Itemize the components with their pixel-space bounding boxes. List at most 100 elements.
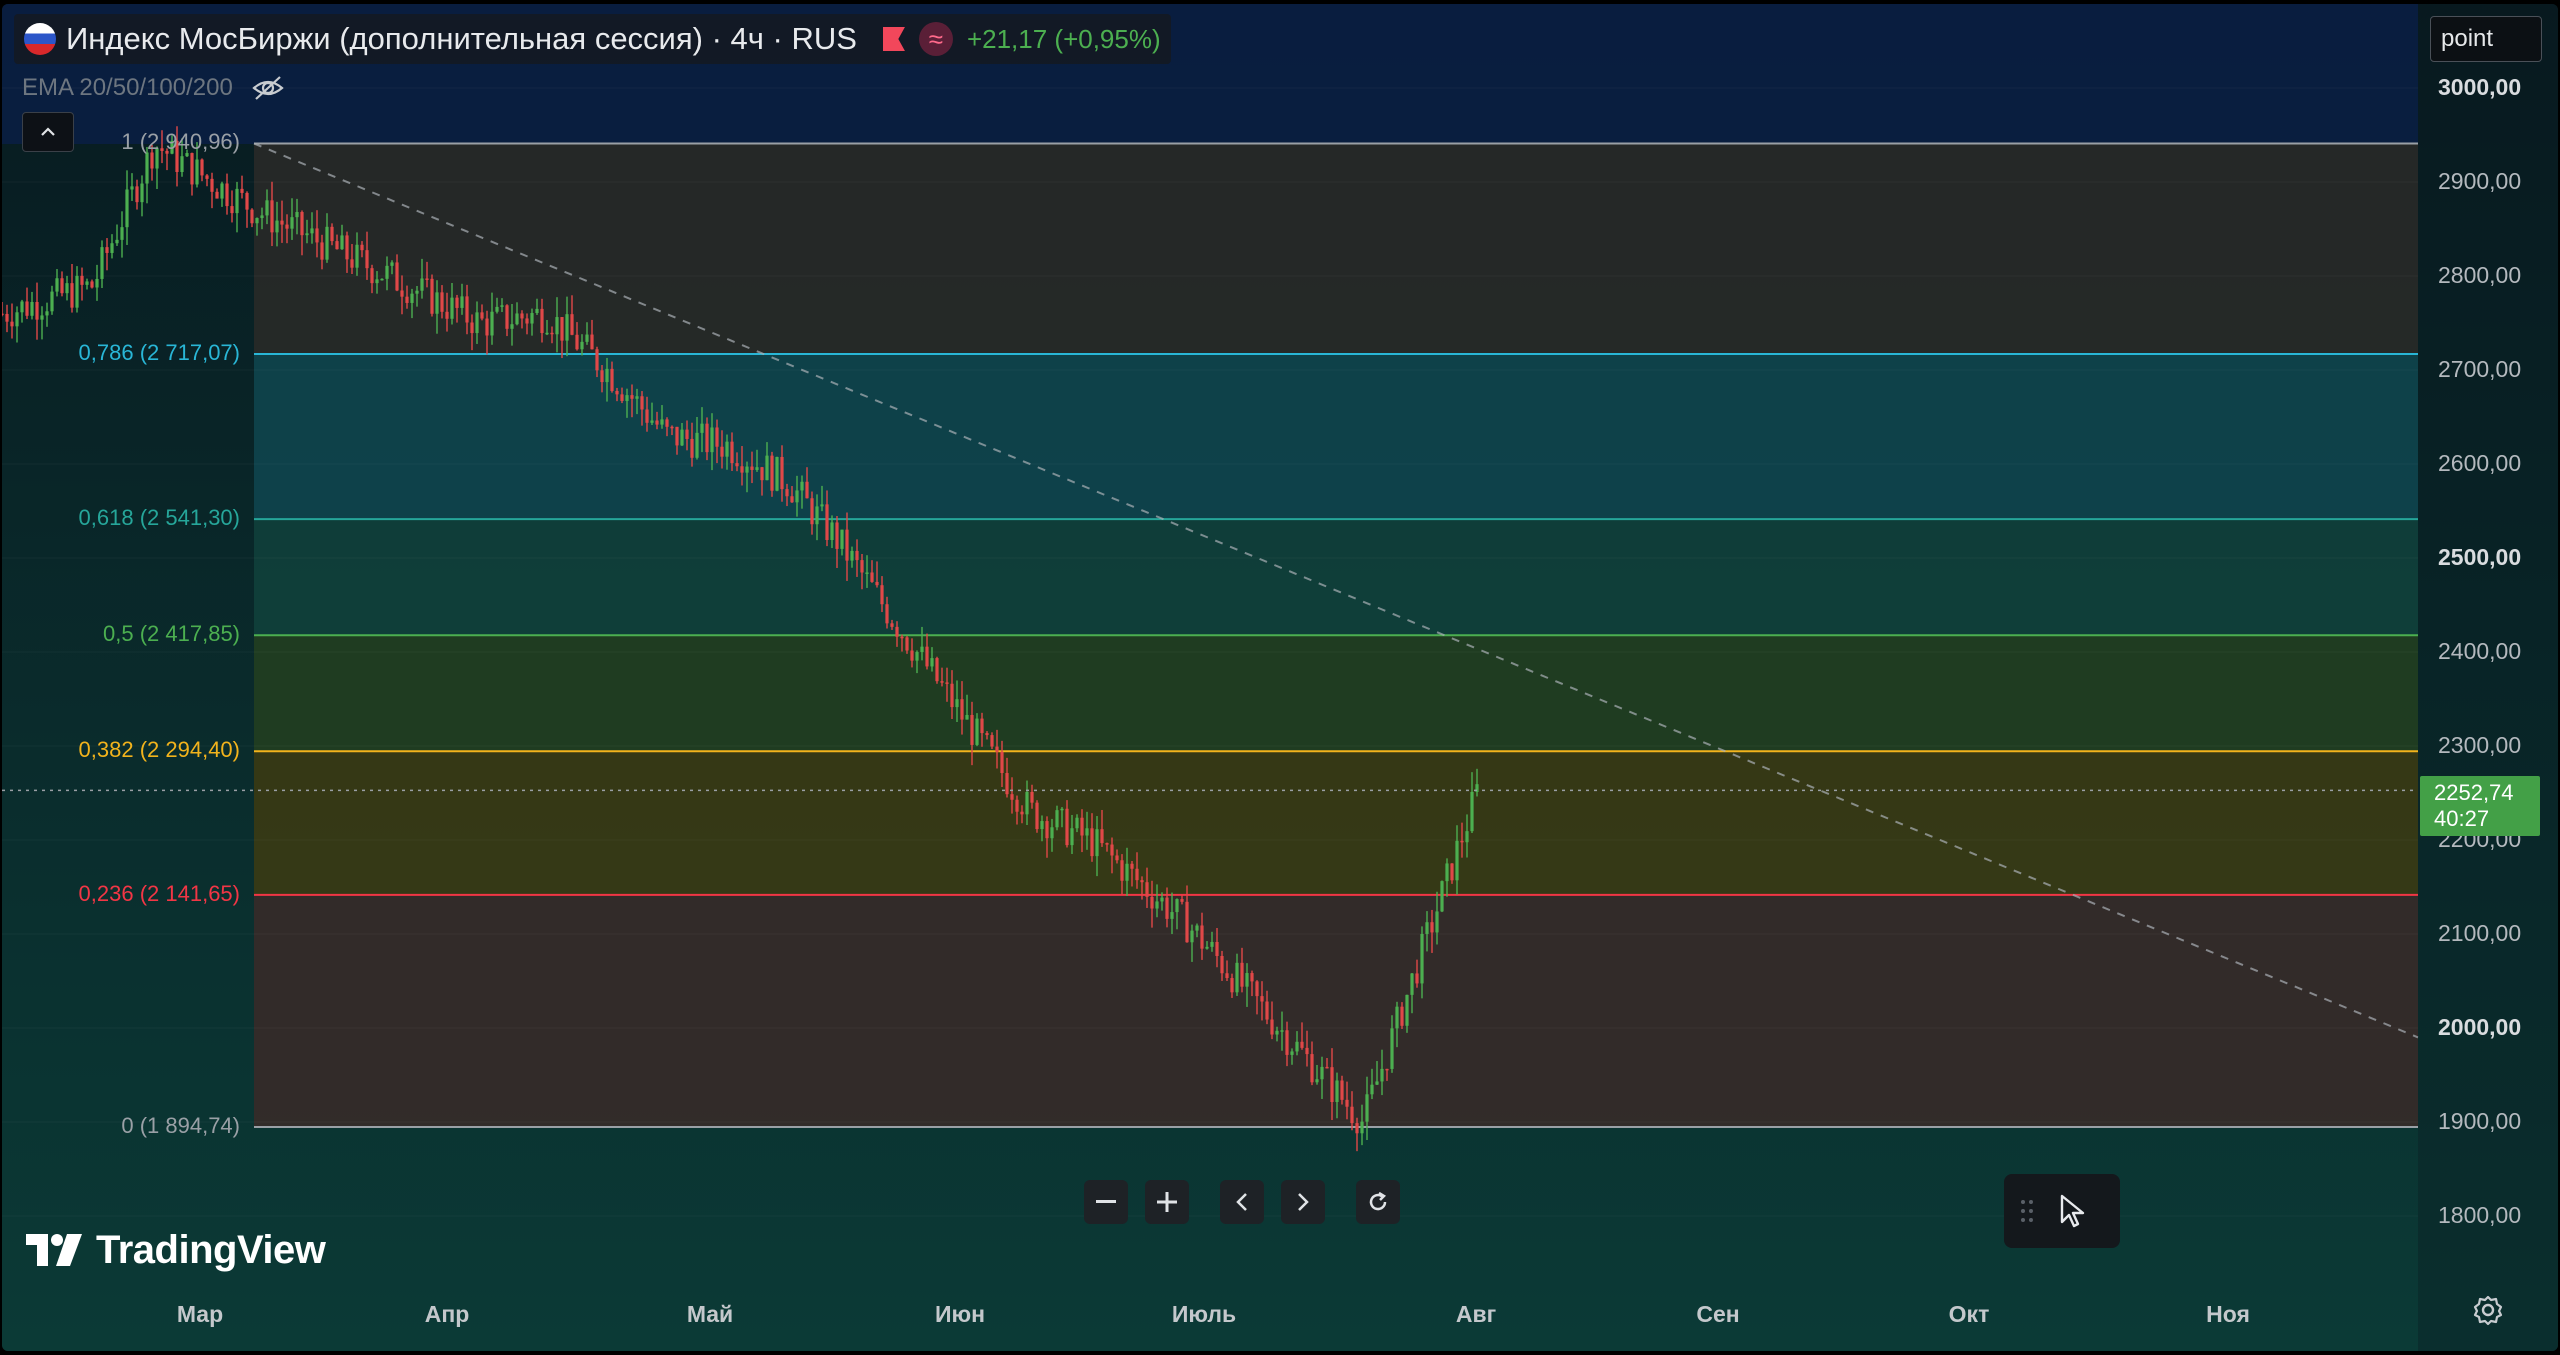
- logo-text: TradingView: [96, 1228, 326, 1272]
- candle-body: [325, 226, 329, 260]
- candle-body: [965, 714, 969, 720]
- candle-body: [1350, 1106, 1354, 1124]
- candle-body: [620, 394, 624, 401]
- indicator-legend[interactable]: EMA 20/50/100/200: [22, 68, 285, 108]
- candle-body: [1365, 1094, 1369, 1122]
- hide-eye-icon[interactable]: [251, 74, 285, 102]
- fib-zone: [254, 353, 2418, 520]
- price-axis-label: 1900,00: [2438, 1108, 2522, 1134]
- symbol-title[interactable]: Индекс МосБиржи (дополнительная сессия) …: [66, 21, 857, 57]
- candle-body: [660, 419, 664, 425]
- candle-body: [595, 349, 599, 371]
- cursor-icon[interactable]: [2058, 1194, 2088, 1228]
- candle-body: [345, 235, 349, 260]
- candle-body: [1400, 1006, 1404, 1026]
- candle-body: [725, 441, 729, 457]
- candle-body: [815, 506, 819, 525]
- candle-body: [385, 265, 389, 279]
- price-axis-label: 2000,00: [2438, 1014, 2522, 1040]
- candle-body: [635, 396, 639, 399]
- candle-body: [1425, 922, 1429, 934]
- candle-body: [525, 318, 529, 324]
- candle-body: [1150, 896, 1154, 909]
- candle-body: [405, 296, 409, 303]
- candle-body: [1140, 880, 1144, 883]
- candle-body: [680, 429, 684, 446]
- candle-body: [890, 623, 894, 627]
- candle-body: [410, 293, 414, 303]
- price-axis-label: 3000,00: [2438, 74, 2522, 100]
- candle-body: [1200, 925, 1204, 949]
- candle-body: [450, 297, 454, 319]
- candle-body: [500, 305, 504, 307]
- reset-chart-button[interactable]: [1356, 1180, 1400, 1224]
- chevron-right-icon: [1298, 1193, 1309, 1211]
- candle-body: [1285, 1030, 1289, 1055]
- candle-body: [1040, 821, 1044, 830]
- candle-body: [1370, 1084, 1374, 1095]
- tradingview-logo[interactable]: TradingView: [26, 1228, 326, 1273]
- candle-body: [135, 186, 139, 203]
- candle-body: [435, 292, 439, 314]
- candle-body: [560, 317, 564, 341]
- candle-body: [755, 467, 759, 470]
- candle-body: [230, 206, 234, 214]
- candle-body: [1185, 901, 1189, 943]
- settings-button[interactable]: [2472, 1294, 2504, 1331]
- price-chart[interactable]: [2, 4, 2558, 1351]
- candle-body: [1310, 1054, 1314, 1083]
- fib-level-label: 0 (1 894,74): [121, 1112, 240, 1138]
- candle-body: [265, 200, 269, 216]
- candle-body: [320, 242, 324, 260]
- candle-body: [730, 441, 734, 464]
- drag-handle-icon[interactable]: [2020, 1198, 2034, 1224]
- candle-body: [310, 228, 314, 234]
- candle-body: [675, 426, 679, 446]
- time-axis-label: Апр: [424, 1301, 470, 1327]
- candle-body: [530, 313, 534, 324]
- candle-body: [940, 681, 944, 683]
- candle-body: [1445, 863, 1449, 882]
- symbol-header[interactable]: Индекс МосБиржи (дополнительная сессия) …: [14, 14, 1171, 64]
- candle-body: [1050, 827, 1054, 839]
- candle-body: [300, 212, 304, 236]
- candle-body: [520, 313, 524, 319]
- candle-body: [720, 446, 724, 457]
- candle-body: [390, 262, 394, 266]
- candle-body: [1000, 751, 1004, 774]
- candle-body: [1255, 981, 1259, 997]
- candle-body: [15, 312, 19, 327]
- candle-body: [1170, 912, 1174, 919]
- flag-marker-icon[interactable]: [882, 27, 905, 51]
- candle-body: [750, 466, 754, 470]
- scroll-right-button[interactable]: [1281, 1180, 1325, 1224]
- candle-body: [1375, 1081, 1379, 1085]
- drawing-toolbar[interactable]: [2004, 1174, 2120, 1248]
- price-axis-label: 2900,00: [2438, 168, 2522, 194]
- candle-body: [215, 191, 219, 199]
- price-axis-label: 1800,00: [2438, 1202, 2522, 1228]
- candle-body: [905, 637, 909, 651]
- candle-body: [995, 746, 999, 752]
- zoom-in-button[interactable]: [1145, 1180, 1189, 1224]
- candle-body: [810, 498, 814, 525]
- candle-body: [1335, 1080, 1339, 1102]
- candle-body: [280, 220, 284, 225]
- candle-body: [1390, 1028, 1394, 1069]
- scroll-left-button[interactable]: [1220, 1180, 1264, 1224]
- fib-level-label: 1 (2 940,96): [121, 129, 240, 155]
- candle-body: [875, 581, 879, 586]
- candle-body: [510, 324, 514, 329]
- candle-body: [1165, 897, 1169, 919]
- scale-mode-input[interactable]: point: [2430, 16, 2542, 62]
- candle-body: [795, 490, 799, 503]
- zoom-out-button[interactable]: [1084, 1180, 1128, 1224]
- time-axis-label: Авг: [1455, 1301, 1497, 1327]
- candle-body: [715, 427, 719, 447]
- approx-icon[interactable]: ≈: [918, 22, 953, 56]
- candle-body: [985, 733, 989, 736]
- time-axis-label: Мар: [176, 1301, 224, 1327]
- candle-body: [955, 699, 959, 708]
- candle-body: [1295, 1041, 1299, 1052]
- candle-body: [855, 550, 859, 561]
